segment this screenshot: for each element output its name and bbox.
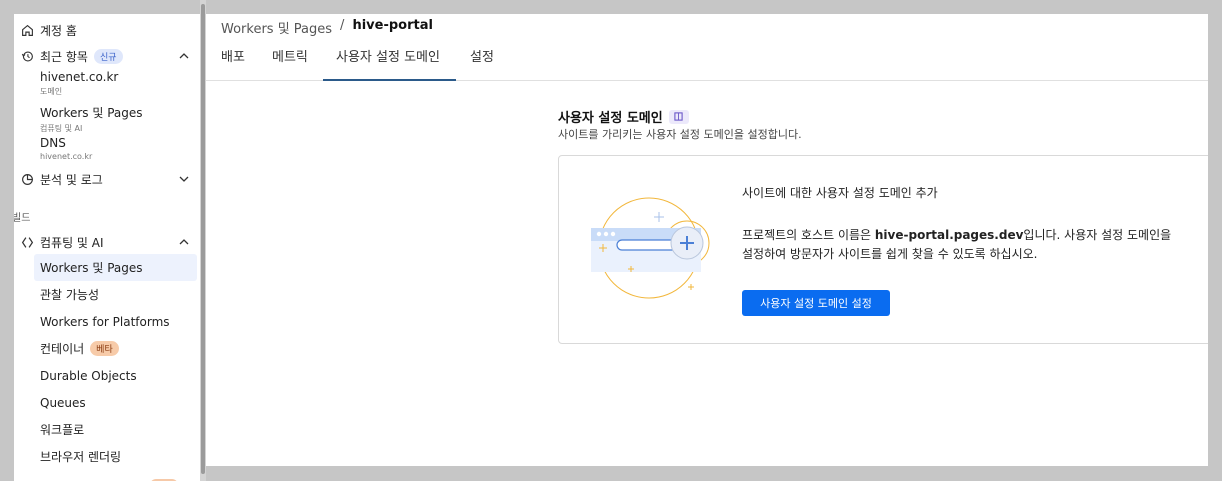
panel-title: 사용자 설정 도메인 <box>558 107 689 126</box>
tab-settings[interactable]: 설정 <box>470 44 494 81</box>
history-icon <box>20 49 34 63</box>
recent-item-domain[interactable]: hivenet.co.kr 도메인 <box>40 70 118 97</box>
panel-title-text: 사용자 설정 도메인 <box>558 111 663 126</box>
recent-item-sub: 도메인 <box>40 87 63 96</box>
breadcrumb-parent[interactable]: Workers 및 Pages <box>221 18 332 37</box>
tab-custom-domains[interactable]: 사용자 설정 도메인 <box>323 44 456 81</box>
docs-icon[interactable] <box>668 109 689 124</box>
sidebar-item-durable-objects[interactable]: Durable Objects <box>34 362 197 389</box>
breadcrumb: Workers 및 Pages / hive-portal <box>221 18 433 37</box>
chevron-down-icon[interactable] <box>178 173 190 185</box>
card-heading: 사이트에 대한 사용자 설정 도메인 추가 <box>742 186 938 200</box>
sidebar: 계정 홈 최근 항목 신규 hivenet.co.kr 도메인 Workers … <box>14 14 200 466</box>
nav-analytics[interactable]: 분석 및 로그 <box>14 169 200 189</box>
home-icon <box>20 23 34 37</box>
section-build: 빌드 <box>14 213 31 224</box>
nav-account-home-label: 계정 홈 <box>40 23 77 38</box>
sidebar-item-observability[interactable]: 관찰 가능성 <box>34 281 197 308</box>
breadcrumb-current: hive-portal <box>352 18 433 33</box>
nav-recent-label: 최근 항목 <box>40 49 88 64</box>
new-badge: 신규 <box>93 48 123 64</box>
nav-account-home[interactable]: 계정 홈 <box>14 20 200 40</box>
beta-badge: 베타 <box>90 341 119 356</box>
recent-item-workers[interactable]: Workers 및 Pages 컴퓨팅 및 AI <box>40 104 143 134</box>
pie-chart-icon <box>20 172 34 186</box>
tab-deployments[interactable]: 배포 <box>221 44 245 81</box>
breadcrumb-separator: / <box>340 18 345 33</box>
sidebar-item-label: 컨테이너 <box>40 342 85 356</box>
nav-analytics-label: 분석 및 로그 <box>40 172 103 187</box>
compute-icon <box>20 235 34 249</box>
project-hostname: hive-portal.pages.dev <box>874 228 1024 242</box>
sidebar-item-workers-platforms[interactable]: Workers for Platforms <box>34 308 197 335</box>
tab-bar: 배포 메트릭 사용자 설정 도메인 설정 <box>206 44 1208 81</box>
domain-illustration <box>591 197 710 299</box>
sidebar-item-queues[interactable]: Queues <box>34 389 197 416</box>
scrollbar-thumb[interactable] <box>201 4 205 474</box>
chevron-up-icon[interactable] <box>178 50 190 62</box>
custom-domain-card: 사이트에 대한 사용자 설정 도메인 추가 프로젝트의 호스트 이름은 hive… <box>558 155 1208 344</box>
nav-compute-label: 컴퓨팅 및 AI <box>40 235 104 250</box>
sidebar-item-workflows[interactable]: 워크플로 <box>34 416 197 443</box>
card-body-prefix: 프로젝트의 호스트 이름은 <box>742 228 875 242</box>
recent-item-name: DNS <box>40 136 66 150</box>
recent-item-name: hivenet.co.kr <box>40 70 119 84</box>
nav-compute[interactable]: 컴퓨팅 및 AI <box>14 232 200 252</box>
sidebar-overflow-strip <box>14 466 204 481</box>
card-body: 프로젝트의 호스트 이름은 hive-portal.pages.dev입니다. … <box>742 226 1172 264</box>
recent-item-sub: 컴퓨팅 및 AI <box>40 124 83 133</box>
recent-item-dns[interactable]: DNS hivenet.co.kr <box>40 136 92 161</box>
sidebar-item-containers[interactable]: 컨테이너 베타 <box>34 335 197 362</box>
tab-metrics[interactable]: 메트릭 <box>272 44 308 81</box>
nav-recent[interactable]: 최근 항목 신규 <box>14 46 200 66</box>
main-content: Workers 및 Pages / hive-portal 배포 메트릭 사용자… <box>206 14 1208 466</box>
recent-item-sub: hivenet.co.kr <box>40 152 93 161</box>
sidebar-item-workers-pages[interactable]: Workers 및 Pages <box>34 254 197 281</box>
recent-item-name: Workers 및 Pages <box>40 106 143 120</box>
setup-custom-domain-button[interactable]: 사용자 설정 도메인 설정 <box>742 290 890 316</box>
chevron-up-icon[interactable] <box>178 236 190 248</box>
sidebar-item-browser-rendering[interactable]: 브라우저 렌더링 <box>34 443 197 466</box>
panel-description: 사이트를 가리키는 사용자 설정 도메인을 설정합니다. <box>558 128 802 141</box>
